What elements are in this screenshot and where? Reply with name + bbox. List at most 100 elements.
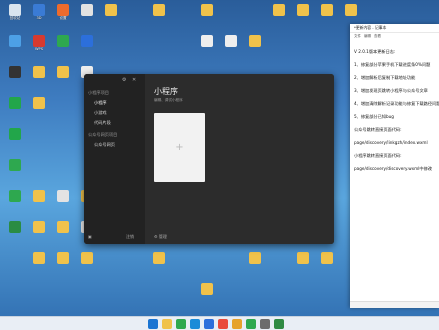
taskbar-app-icon[interactable]: [232, 319, 242, 329]
desktop-icon-image: [33, 252, 45, 264]
sidebar-item-snippets[interactable]: 代码片段: [94, 120, 111, 126]
manage-button[interactable]: ⚙ 管理: [154, 234, 167, 240]
menu-edit[interactable]: 编辑: [364, 34, 371, 39]
desktop-icon-image: [153, 4, 165, 16]
taskbar-app-icon[interactable]: [274, 319, 284, 329]
desktop-icon[interactable]: [3, 221, 27, 245]
desktop-icon[interactable]: 3D: [27, 4, 51, 28]
desktop-icon-image: [201, 35, 213, 47]
desktop-icon-image: [273, 4, 285, 16]
desktop-icon[interactable]: [267, 4, 291, 28]
desktop-icon[interactable]: [75, 4, 99, 28]
desktop-icon[interactable]: [195, 283, 219, 307]
desktop-icon[interactable]: WPS: [27, 35, 51, 59]
desktop-icon-image: [57, 221, 69, 233]
taskbar-app-icon[interactable]: [162, 319, 172, 329]
desktop-icon-image: [33, 221, 45, 233]
desktop-icon[interactable]: [219, 35, 243, 59]
menu-file[interactable]: 文件: [354, 34, 361, 39]
desktop-icon[interactable]: 回收站: [3, 4, 27, 28]
desktop-icon[interactable]: [291, 4, 315, 28]
note-line: page/discovery/linkgzh/index.wxml: [354, 140, 428, 145]
note-line: 5、修复部分已知bug: [354, 114, 394, 119]
desktop-icon[interactable]: [3, 35, 27, 59]
taskbar-app-icon[interactable]: [218, 319, 228, 329]
notepad-text-area[interactable]: V 2.0.1版本更新日志: 1、修复部分苹果手机下载进度条0%问题 2、增加解…: [350, 40, 439, 180]
sidebar-item-minigame[interactable]: 小游戏: [94, 110, 107, 116]
desktop-icon[interactable]: [27, 97, 51, 121]
close-icon[interactable]: ✕: [132, 77, 136, 83]
desktop-icon[interactable]: [315, 252, 339, 276]
desktop-icon-image: [105, 4, 117, 16]
desktop-icon[interactable]: [51, 221, 75, 245]
desktop-icon[interactable]: [51, 66, 75, 90]
taskbar-app-icon[interactable]: [204, 319, 214, 329]
note-line: 公众号跳转直接页面代码:: [354, 127, 402, 132]
desktop-icon[interactable]: [99, 4, 123, 28]
notepad-title: *更新内容 - 记事本: [350, 24, 439, 33]
desktop-icon[interactable]: [27, 190, 51, 214]
logout-button[interactable]: 注销: [126, 234, 134, 240]
plus-icon: +: [175, 142, 184, 153]
notepad-window: *更新内容 - 记事本 文件 编辑 查看 V 2.0.1版本更新日志: 1、修复…: [350, 24, 439, 308]
note-line: 4、增加清除解析记录功能与修复下载路径问题: [354, 101, 439, 106]
desktop-icon[interactable]: [27, 66, 51, 90]
desktop-icon-image: [33, 66, 45, 78]
desktop-icon[interactable]: [315, 4, 339, 28]
desktop-icon-image: [201, 283, 213, 295]
add-project-card[interactable]: +: [154, 113, 205, 182]
desktop-icon[interactable]: [27, 252, 51, 276]
taskbar-app-icon[interactable]: [246, 319, 256, 329]
settings-icon[interactable]: ⚙: [122, 77, 126, 83]
desktop-icon[interactable]: [51, 252, 75, 276]
notepad-status-bar: [350, 301, 439, 308]
desktop-icon-image: [153, 252, 165, 264]
sidebar-item-official-web[interactable]: 公众号网页: [94, 142, 115, 148]
dialog-main: 小程序 编辑、调试小程序 + ⚙ 管理: [145, 74, 334, 244]
desktop-icon[interactable]: [3, 190, 27, 214]
desktop-icon[interactable]: [243, 252, 267, 276]
taskbar-app-icon[interactable]: [190, 319, 200, 329]
taskbar-app-icon[interactable]: [260, 319, 270, 329]
desktop-icon-image: [33, 190, 45, 202]
desktop-icon-image: [81, 35, 93, 47]
taskbar: [0, 316, 439, 330]
manage-label: 管理: [158, 234, 167, 239]
desktop-icon[interactable]: [291, 252, 315, 276]
desktop-icon-image: [225, 35, 237, 47]
desktop-icon-image: [57, 66, 69, 78]
desktop-icon[interactable]: [243, 35, 267, 59]
desktop-icon[interactable]: [3, 128, 27, 152]
dialog-sidebar: ⚙ ✕ 小程序项目 小程序 小游戏 代码片段 公众号网页项目 公众号网页 ▣ 注…: [84, 74, 145, 244]
desktop-icon[interactable]: [195, 4, 219, 28]
desktop-icon-image: [9, 128, 21, 140]
sidebar-group-miniprogram: 小程序项目: [88, 90, 109, 95]
save-icon[interactable]: ▣: [88, 234, 92, 239]
desktop-icon[interactable]: [3, 66, 27, 90]
desktop-icon[interactable]: [3, 97, 27, 121]
page-title: 小程序: [154, 87, 178, 96]
desktop-icon[interactable]: [27, 221, 51, 245]
desktop-icon[interactable]: [75, 252, 99, 276]
note-line: V 2.0.1版本更新日志:: [354, 49, 396, 54]
desktop-icon-image: [9, 66, 21, 78]
desktop-icon[interactable]: 设置: [51, 4, 75, 28]
desktop-icon[interactable]: [147, 4, 171, 28]
desktop-icon[interactable]: [147, 252, 171, 276]
desktop-icon-image: [345, 4, 357, 16]
desktop-icon[interactable]: [195, 35, 219, 59]
desktop-icon[interactable]: [51, 35, 75, 59]
note-line: 小程序跳转直接页面代码:: [354, 153, 402, 158]
desktop-icon-image: [249, 252, 261, 264]
taskbar-app-icon[interactable]: [176, 319, 186, 329]
wechat-devtools-window: ⚙ ✕ 小程序项目 小程序 小游戏 代码片段 公众号网页项目 公众号网页 ▣ 注…: [84, 74, 334, 244]
desktop-icon[interactable]: [3, 159, 27, 183]
desktop-icon[interactable]: [51, 190, 75, 214]
desktop-icon-image: [9, 221, 21, 233]
menu-view[interactable]: 查看: [374, 34, 381, 39]
taskbar-app-icon[interactable]: [148, 319, 158, 329]
sidebar-item-miniprogram[interactable]: 小程序: [94, 100, 107, 106]
desktop-icon[interactable]: [75, 35, 99, 59]
desktop-icon-image: [33, 35, 45, 47]
desktop-icon-image: [57, 4, 69, 16]
